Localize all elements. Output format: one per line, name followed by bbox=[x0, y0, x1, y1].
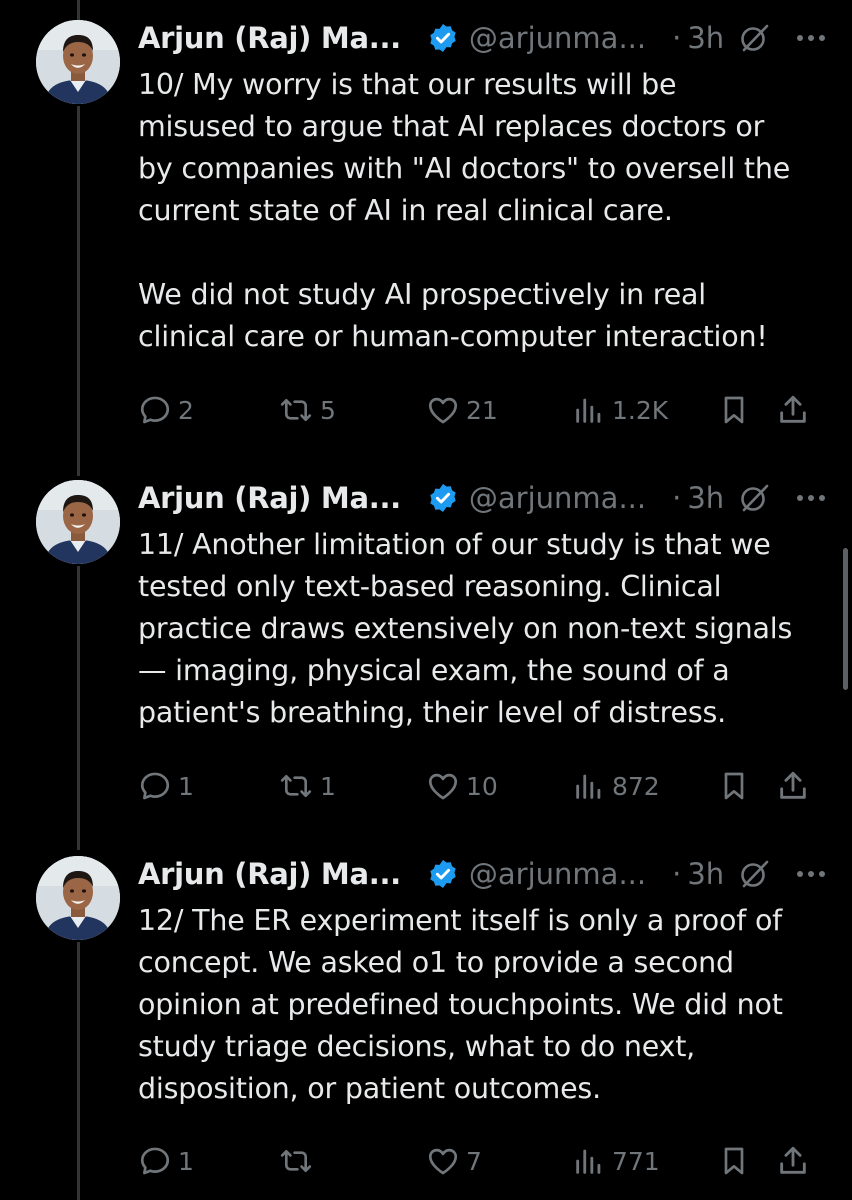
author-handle[interactable]: @arjunma... bbox=[469, 857, 646, 891]
views-button[interactable]: 872 bbox=[572, 766, 660, 806]
like-count: 21 bbox=[466, 395, 498, 425]
views-count: 872 bbox=[612, 771, 660, 801]
tweet-header: Arjun (Raj) Ma... @arjunma... · 3h bbox=[138, 16, 832, 60]
reply-count: 1 bbox=[178, 771, 194, 801]
reply-button[interactable]: 1 bbox=[138, 766, 194, 806]
reply-icon bbox=[140, 1147, 170, 1175]
views-bar-icon bbox=[576, 398, 601, 423]
bookmark-icon bbox=[724, 1147, 744, 1175]
like-button[interactable]: 21 bbox=[426, 390, 498, 430]
author-handle[interactable]: @arjunma... bbox=[469, 481, 646, 515]
timestamp[interactable]: 3h bbox=[687, 481, 724, 515]
heart-icon bbox=[428, 397, 458, 424]
avatar-image bbox=[36, 856, 120, 940]
retweet-button[interactable]: 5 bbox=[278, 390, 336, 430]
timestamp[interactable]: 3h bbox=[687, 857, 724, 891]
like-count: 10 bbox=[466, 771, 498, 801]
separator-dot: · bbox=[672, 481, 682, 515]
author-handle[interactable]: @arjunma... bbox=[469, 21, 646, 55]
tweet-text: 10/ My worry is that our results will be… bbox=[138, 68, 791, 353]
avatar[interactable] bbox=[36, 20, 120, 104]
retweet-icon bbox=[280, 774, 312, 798]
share-button[interactable] bbox=[776, 390, 810, 430]
share-button[interactable] bbox=[776, 1141, 810, 1181]
reply-count: 2 bbox=[178, 395, 194, 425]
avatar[interactable] bbox=[36, 856, 120, 940]
bookmark-button[interactable] bbox=[718, 1141, 750, 1181]
action-bar: 1 7 771 bbox=[138, 1141, 820, 1181]
tweet-10[interactable]: Arjun (Raj) Ma... @arjunma... · 3h 10/ M… bbox=[0, 0, 852, 466]
reply-icon bbox=[140, 772, 170, 800]
verified-badge-icon[interactable] bbox=[427, 858, 459, 890]
verified-badge-icon[interactable] bbox=[427, 482, 459, 514]
like-button[interactable]: 10 bbox=[426, 766, 498, 806]
tweet-11[interactable]: Arjun (Raj) Ma... @arjunma... · 3h 11/ A… bbox=[0, 460, 852, 840]
avatar-image bbox=[36, 20, 120, 104]
heart-icon bbox=[428, 773, 458, 800]
retweet-button[interactable] bbox=[278, 1141, 320, 1181]
tweet-header: Arjun (Raj) Ma... @arjunma... · 3h bbox=[138, 852, 832, 896]
bookmark-button[interactable] bbox=[718, 766, 750, 806]
author-name[interactable]: Arjun (Raj) Ma... bbox=[138, 481, 401, 515]
action-bar: 1 1 10 872 bbox=[138, 766, 820, 806]
separator-dot: · bbox=[672, 21, 682, 55]
reply-button[interactable]: 1 bbox=[138, 1141, 194, 1181]
tweet-header: Arjun (Raj) Ma... @arjunma... · 3h bbox=[138, 476, 832, 520]
retweet-count: 1 bbox=[320, 771, 336, 801]
more-dots-icon[interactable] bbox=[794, 493, 828, 503]
like-button[interactable]: 7 bbox=[426, 1141, 482, 1181]
author-name[interactable]: Arjun (Raj) Ma... bbox=[138, 21, 401, 55]
tweet-12[interactable]: Arjun (Raj) Ma... @arjunma... · 3h 12/ T… bbox=[0, 836, 852, 1200]
timestamp[interactable]: 3h bbox=[687, 21, 724, 55]
share-button[interactable] bbox=[776, 766, 810, 806]
reply-count: 1 bbox=[178, 1146, 194, 1176]
avatar[interactable] bbox=[36, 480, 120, 564]
avatar-image bbox=[36, 480, 120, 564]
separator-dot: · bbox=[672, 857, 682, 891]
tweet-text: 12/ The ER experiment itself is only a p… bbox=[138, 904, 783, 1105]
grok-icon[interactable] bbox=[738, 858, 770, 890]
retweet-count: 5 bbox=[320, 395, 336, 425]
share-icon bbox=[780, 1146, 806, 1174]
share-icon bbox=[780, 395, 806, 423]
bookmark-icon bbox=[724, 396, 744, 424]
share-icon bbox=[780, 771, 806, 799]
retweet-button[interactable]: 1 bbox=[278, 766, 336, 806]
views-bar-icon bbox=[576, 1149, 601, 1174]
more-dots-icon[interactable] bbox=[794, 33, 828, 43]
author-name[interactable]: Arjun (Raj) Ma... bbox=[138, 857, 401, 891]
retweet-icon bbox=[280, 1149, 312, 1173]
views-button[interactable]: 1.2K bbox=[572, 390, 668, 430]
grok-icon[interactable] bbox=[738, 22, 770, 54]
views-button[interactable]: 771 bbox=[572, 1141, 660, 1181]
reply-icon bbox=[140, 396, 170, 424]
reply-button[interactable]: 2 bbox=[138, 390, 194, 430]
heart-icon bbox=[428, 1148, 458, 1175]
views-count: 771 bbox=[612, 1146, 660, 1176]
bookmark-button[interactable] bbox=[718, 390, 750, 430]
retweet-icon bbox=[280, 398, 312, 422]
grok-icon[interactable] bbox=[738, 482, 770, 514]
action-bar: 2 5 21 1.2K bbox=[138, 390, 820, 430]
bookmark-icon bbox=[724, 772, 744, 800]
tweet-text: 11/ Another limitation of our study is t… bbox=[138, 528, 793, 729]
verified-badge-icon[interactable] bbox=[427, 22, 459, 54]
more-dots-icon[interactable] bbox=[794, 869, 828, 879]
views-count: 1.2K bbox=[612, 395, 669, 425]
views-bar-icon bbox=[576, 774, 601, 799]
like-count: 7 bbox=[466, 1146, 482, 1176]
